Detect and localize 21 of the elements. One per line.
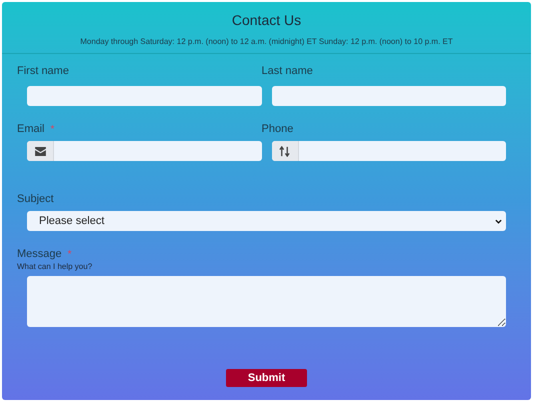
hours-text: Monday through Saturday: 12 p.m. (noon) to 12 a.m. (midnight) ET Sunday: 12 p.m. (noon) to 10 p.m. ET bbox=[80, 36, 453, 48]
envelope-icon bbox=[34, 146, 46, 156]
required-mark: * bbox=[50, 123, 54, 137]
required-mark: * bbox=[68, 248, 72, 262]
form-title: Contact Us bbox=[232, 11, 302, 30]
text-field[interactable] bbox=[272, 86, 506, 106]
up-down-arrows-icon bbox=[279, 146, 290, 156]
field-label: Message bbox=[17, 247, 62, 262]
chevron-down-icon bbox=[495, 218, 502, 224]
input-field[interactable] bbox=[27, 141, 262, 161]
field-label: First name bbox=[17, 64, 69, 79]
text-field[interactable] bbox=[27, 86, 262, 106]
submit-button[interactable]: Submit bbox=[226, 369, 307, 387]
field-label: Last name bbox=[262, 64, 313, 79]
select-dropdown[interactable]: Please select bbox=[27, 211, 506, 231]
field-hint: What can I help you? bbox=[17, 261, 94, 273]
field-label: Subject bbox=[17, 192, 54, 207]
input-field[interactable] bbox=[272, 141, 506, 161]
field-label: Phone bbox=[262, 122, 294, 137]
field-label: Email bbox=[17, 122, 45, 137]
message-field[interactable] bbox=[27, 276, 506, 327]
